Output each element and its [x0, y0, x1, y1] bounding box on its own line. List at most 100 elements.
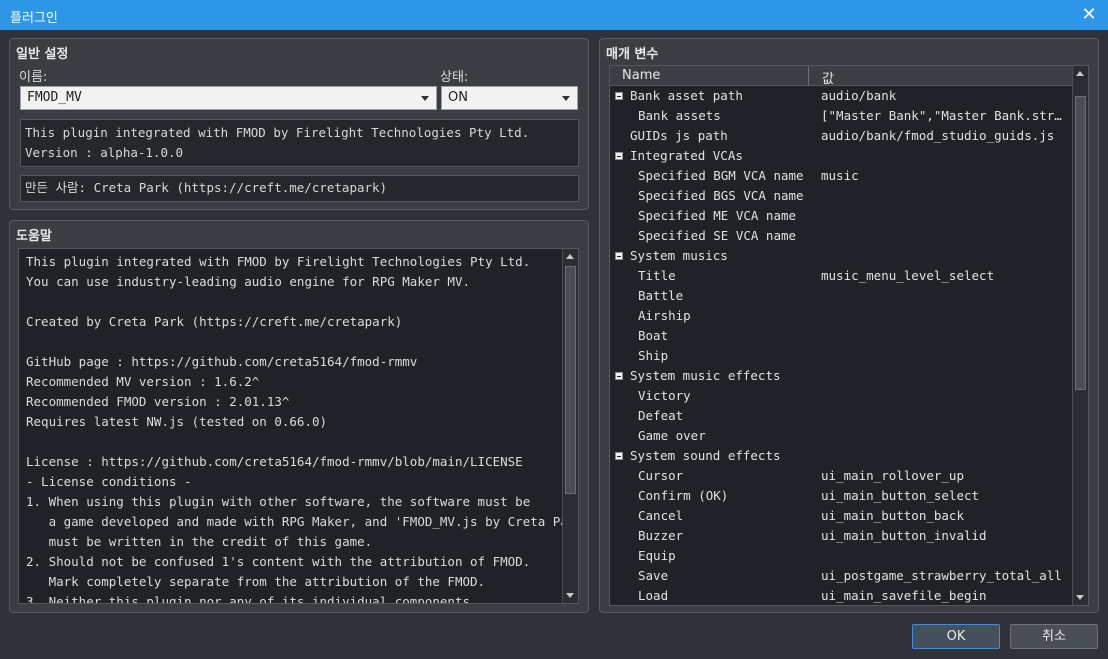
param-row[interactable]: Bank asset path audio/bank	[610, 86, 1073, 106]
help-title: 도움말	[16, 229, 52, 244]
param-row[interactable]: Cancel ui_main_button_back	[610, 506, 1073, 526]
param-row[interactable]: Title music_menu_level_select	[610, 266, 1073, 286]
param-name: Ship	[638, 348, 669, 363]
param-name: Confirm (OK)	[638, 488, 729, 503]
param-row[interactable]: Specified ME VCA name	[610, 206, 1073, 226]
param-value: music	[821, 168, 859, 183]
param-name: System music effects	[630, 368, 781, 383]
help-line: GitHub page : https://github.com/creta51…	[26, 354, 418, 369]
param-row[interactable]: System sound effects	[610, 446, 1073, 466]
help-line	[26, 332, 556, 352]
plugin-name-value: FMOD_MV	[27, 90, 82, 105]
chevron-down-icon	[562, 96, 570, 101]
param-name: Integrated VCAs	[630, 148, 743, 163]
help-line	[26, 292, 556, 312]
param-row[interactable]: Specified BGS VCA name	[610, 186, 1073, 206]
param-row[interactable]: Load ui_main_savefile_begin	[610, 586, 1073, 605]
param-value: ui_postgame_strawberry_total_all	[821, 568, 1062, 583]
param-value: audio/bank/fmod_studio_guids.js	[821, 128, 1055, 143]
help-line: - License conditions -	[26, 474, 192, 489]
plugin-name-select[interactable]: FMOD_MV	[20, 86, 437, 110]
param-name: Specified BGS VCA name	[638, 188, 804, 203]
param-row[interactable]: Bank assets ["Master Bank","Master Bank.s…	[610, 106, 1073, 126]
param-name: Battle	[638, 288, 684, 303]
param-name: Specified ME VCA name	[638, 208, 797, 223]
help-line: 3. Neither this plugin nor any of its in…	[26, 594, 471, 604]
help-text: This plugin integrated with FMOD by Fire…	[26, 252, 579, 604]
param-row[interactable]: Buzzer ui_main_button_invalid	[610, 526, 1073, 546]
param-name: Buzzer	[638, 528, 684, 543]
param-row[interactable]: Defeat	[610, 406, 1073, 426]
param-value: ui_main_button_select	[821, 488, 980, 503]
param-row[interactable]: Victory	[610, 386, 1073, 406]
chevron-down-icon	[421, 96, 429, 101]
param-row[interactable]: System music effects	[610, 366, 1073, 386]
scroll-down-icon[interactable]	[563, 588, 578, 603]
help-line: 1. When using this plugin with other sof…	[26, 494, 531, 509]
param-row[interactable]: System musics	[610, 246, 1073, 266]
param-value: ui_main_rollover_up	[821, 468, 964, 483]
param-row[interactable]: Specified SE VCA name	[610, 226, 1073, 246]
parameters-scrollbar[interactable]	[1072, 66, 1088, 605]
param-row[interactable]: Ship	[610, 346, 1073, 366]
param-row[interactable]: Specified BGM VCA name music	[610, 166, 1073, 186]
param-row[interactable]: Game over	[610, 426, 1073, 446]
plugin-description: This plugin integrated with FMOD by Fire…	[20, 119, 579, 167]
param-name: Equip	[638, 548, 676, 563]
scroll-up-icon[interactable]	[563, 249, 578, 264]
param-row[interactable]: Integrated VCAs	[610, 146, 1073, 166]
help-line: License : https://github.com/creta5164/f…	[26, 454, 523, 469]
collapse-icon[interactable]	[615, 252, 623, 260]
help-text-area[interactable]: This plugin integrated with FMOD by Fire…	[18, 248, 579, 604]
cancel-button[interactable]: 취소	[1010, 624, 1098, 649]
help-line: a game developed and made with RPG Maker…	[26, 514, 579, 529]
collapse-icon[interactable]	[615, 452, 623, 460]
param-name: Save	[638, 568, 669, 583]
help-line: Recommended FMOD version : 2.01.13^	[26, 394, 290, 409]
scroll-thumb[interactable]	[565, 266, 576, 494]
param-name: Title	[638, 268, 676, 283]
window-title: 플러그인	[10, 11, 58, 26]
help-line: must be written in the credit of this ga…	[26, 534, 373, 549]
param-row[interactable]: Save ui_postgame_strawberry_total_all	[610, 566, 1073, 586]
help-line: This plugin integrated with FMOD by Fire…	[26, 254, 531, 269]
help-scrollbar[interactable]	[562, 249, 578, 603]
scroll-thumb[interactable]	[1075, 96, 1086, 390]
param-name: Specified BGM VCA name	[638, 168, 804, 183]
title-bar: 플러그인 ✕	[0, 0, 1108, 30]
status-select[interactable]: ON	[441, 86, 578, 110]
scroll-up-icon[interactable]	[1073, 66, 1088, 81]
param-row[interactable]: Boat	[610, 326, 1073, 346]
close-icon[interactable]: ✕	[1078, 4, 1100, 26]
param-value: ui_main_button_back	[821, 508, 964, 523]
status-label: 상태:	[440, 70, 469, 85]
param-row[interactable]: Equip	[610, 546, 1073, 566]
help-line: Mark completely separate from the attrib…	[26, 574, 486, 589]
param-name: GUIDs js path	[630, 128, 728, 143]
param-name: Airship	[638, 308, 691, 323]
ok-button[interactable]: OK	[912, 624, 1000, 649]
param-row[interactable]: Confirm (OK) ui_main_button_select	[610, 486, 1073, 506]
column-value-header[interactable]: 값	[810, 66, 1072, 87]
scroll-down-icon[interactable]	[1073, 590, 1088, 605]
help-group: 도움말 This plugin integrated with FMOD by …	[9, 220, 589, 613]
param-value: ui_main_savefile_begin	[821, 588, 987, 603]
general-settings-group: 일반 설정 이름: FMOD_MV 상태: ON This plugin int…	[9, 38, 589, 210]
param-name: Bank asset path	[630, 88, 743, 103]
status-value: ON	[448, 90, 468, 105]
parameters-tree[interactable]: Name 값 Bank asset path audio/bank Bank ass…	[609, 65, 1089, 606]
plugin-author: 만든 사람: Creta Park (https://creft.me/cret…	[20, 175, 579, 202]
param-row[interactable]: GUIDs js path audio/bank/fmod_studio_guid…	[610, 126, 1073, 146]
collapse-icon[interactable]	[615, 152, 623, 160]
help-line: Recommended MV version : 1.6.2^	[26, 374, 260, 389]
help-line: You can use industry-leading audio engin…	[26, 274, 471, 289]
param-name: Defeat	[638, 408, 684, 423]
param-name: Cancel	[638, 508, 684, 523]
param-row[interactable]: Cursor ui_main_rollover_up	[610, 466, 1073, 486]
collapse-icon[interactable]	[615, 372, 623, 380]
param-name: Cursor	[638, 468, 684, 483]
collapse-icon[interactable]	[615, 92, 623, 100]
column-name-header[interactable]: Name	[610, 66, 809, 86]
param-row[interactable]: Airship	[610, 306, 1073, 326]
param-row[interactable]: Battle	[610, 286, 1073, 306]
